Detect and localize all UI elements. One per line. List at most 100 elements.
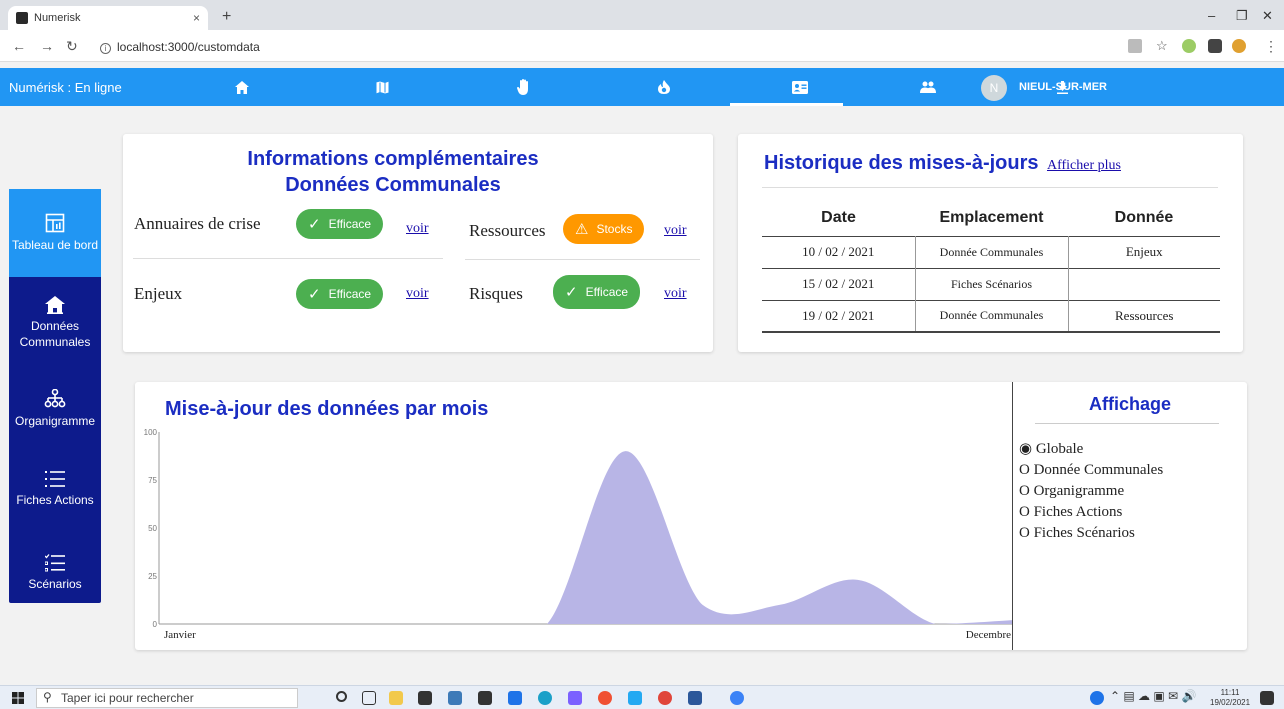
edge-icon[interactable] xyxy=(538,691,552,705)
tray-icons[interactable]: ⌃ ▤ ☁ ▣ ✉ 🔊 xyxy=(1110,689,1196,703)
checklist-icon xyxy=(45,554,65,572)
profile-icon[interactable] xyxy=(1232,39,1246,53)
status-badge: ✓ Efficace xyxy=(553,275,641,309)
y-tick-label: 50 xyxy=(148,524,157,533)
sidebar-item-scenarios[interactable]: Scénarios xyxy=(9,529,101,617)
hand-icon[interactable] xyxy=(510,74,538,100)
cell-emplacement: Fiches Scénarios xyxy=(915,267,1069,300)
app-icon[interactable] xyxy=(508,691,522,705)
git-icon[interactable] xyxy=(598,691,612,705)
url-text: localhost:3000/customdata xyxy=(117,40,260,54)
home-icon[interactable] xyxy=(228,74,256,100)
voir-link-annuaires[interactable]: voir xyxy=(406,221,429,237)
forward-icon[interactable]: → xyxy=(40,38,54,54)
star-icon[interactable]: ☆ xyxy=(1156,38,1168,54)
radio-option[interactable]: O Organigramme xyxy=(1019,481,1163,502)
translate-icon[interactable] xyxy=(1128,39,1142,53)
list-icon xyxy=(45,471,65,487)
radio-icon: O xyxy=(1019,462,1030,478)
dropbox-icon[interactable] xyxy=(478,691,492,705)
onedrive-icon[interactable] xyxy=(448,691,462,705)
store-icon[interactable] xyxy=(418,691,432,705)
row-label-risques: Risques xyxy=(469,284,523,303)
app-icon[interactable] xyxy=(568,691,582,705)
clock-time: 11:11 xyxy=(1220,688,1240,697)
new-tab-button[interactable]: + xyxy=(222,8,231,26)
taskbar-search[interactable]: ⚲ Taper ici pour rechercher xyxy=(36,688,298,708)
divider xyxy=(133,258,443,259)
contact-card-icon[interactable] xyxy=(786,74,814,100)
voir-link-risques[interactable]: voir xyxy=(664,286,687,302)
affichage-title: Affichage xyxy=(1088,394,1171,414)
extensions-puzzle-icon[interactable] xyxy=(1208,39,1222,53)
radio-label: Fiches Actions xyxy=(1033,504,1123,520)
sidebar-item-organigramme[interactable]: Organigramme xyxy=(9,365,101,453)
radio-label: Globale xyxy=(1035,441,1084,457)
radio-option[interactable]: ◉ Globale xyxy=(1019,439,1163,460)
taskbar-clock[interactable]: 11:11 19/02/2021 xyxy=(1210,688,1250,708)
tab-title: Numerisk xyxy=(34,12,81,24)
task-view-icon[interactable] xyxy=(362,691,376,705)
fire-icon[interactable] xyxy=(650,74,678,100)
sidebar-item-label: Fiches Actions xyxy=(16,493,94,507)
app-header: Numérisk : En ligne N NIEUL-SUR-MER xyxy=(0,68,1284,106)
menu-icon[interactable]: ⋮ xyxy=(1264,38,1278,55)
cell-date: 10 / 02 / 2021 xyxy=(762,235,916,268)
cell-donnee xyxy=(1068,267,1220,300)
radio-selected-icon: ◉ xyxy=(1019,441,1033,457)
window-close-icon[interactable]: ✕ xyxy=(1262,8,1273,24)
cortana-icon[interactable] xyxy=(336,691,347,702)
cell-emplacement: Donnée Communales xyxy=(915,299,1069,333)
home-icon xyxy=(45,296,65,314)
sidebar-item-donnees-communales[interactable]: Données Communales xyxy=(9,279,101,367)
browser-tab[interactable]: Numerisk × xyxy=(8,6,208,30)
row-label-ressources: Ressources xyxy=(469,221,546,240)
radio-icon: O xyxy=(1019,504,1030,520)
word-icon[interactable] xyxy=(688,691,702,705)
radio-icon: O xyxy=(1019,525,1030,541)
history-header: Historique des mises-à-jours Afficher pl… xyxy=(764,152,1121,175)
row-label-enjeux: Enjeux xyxy=(134,284,183,303)
dashboard-icon xyxy=(45,213,65,233)
radio-option[interactable]: O Fiches Actions xyxy=(1019,502,1163,523)
radio-option[interactable]: O Fiches Scénarios xyxy=(1019,523,1163,544)
cell-emplacement: Donnée Communales xyxy=(915,235,1069,268)
table-row: 15 / 02 / 2021 Fiches Scénarios xyxy=(762,267,1220,300)
favicon-icon xyxy=(16,12,28,24)
cell-donnee: Ressources xyxy=(1068,299,1220,333)
afficher-plus-link[interactable]: Afficher plus xyxy=(1047,158,1121,173)
windows-start-icon[interactable] xyxy=(12,692,24,704)
vscode-icon[interactable] xyxy=(628,691,642,705)
check-icon: ✓ xyxy=(308,216,321,233)
os-taskbar: ⚲ Taper ici pour rechercher ⌃ ▤ ☁ ▣ ✉ 🔊 … xyxy=(0,685,1284,709)
voir-link-enjeux[interactable]: voir xyxy=(406,286,429,302)
group-icon[interactable] xyxy=(914,74,942,100)
radio-label: Donnée Communales xyxy=(1033,462,1164,478)
restore-icon[interactable]: ❐ xyxy=(1236,8,1248,24)
user-name[interactable]: NIEUL-SUR-MER xyxy=(1019,81,1107,93)
help-icon[interactable] xyxy=(1090,691,1104,705)
minimize-icon[interactable]: – xyxy=(1208,8,1215,23)
status-badge: ✓ Efficace xyxy=(296,209,384,239)
y-tick-label: 100 xyxy=(144,428,158,437)
info-icon: i xyxy=(100,43,111,54)
file-explorer-icon[interactable] xyxy=(389,691,403,705)
extension-icon[interactable] xyxy=(1182,39,1196,53)
notification-icon[interactable] xyxy=(1260,691,1274,705)
back-icon[interactable]: ← xyxy=(12,38,26,54)
reload-icon[interactable]: ↻ xyxy=(66,38,78,55)
voir-link-ressources[interactable]: voir xyxy=(664,223,687,239)
sidebar-item-fiches-actions[interactable]: Fiches Actions xyxy=(9,445,101,533)
history-table: Date Emplacement Donnée 10 / 02 / 2021 D… xyxy=(762,200,1220,333)
map-icon[interactable] xyxy=(368,74,396,100)
radio-icon: O xyxy=(1019,483,1030,499)
sidebar-item-tableau-de-bord[interactable]: Tableau de bord xyxy=(9,189,101,277)
chrome-icon[interactable] xyxy=(658,691,672,705)
radio-option[interactable]: O Donnée Communales xyxy=(1019,460,1163,481)
url-field[interactable]: i localhost:3000/customdata xyxy=(100,40,260,54)
cell-donnee: Enjeux xyxy=(1068,235,1220,268)
table-header-row: Date Emplacement Donnée xyxy=(762,200,1220,236)
app-icon[interactable] xyxy=(730,691,744,705)
tab-close-icon[interactable]: × xyxy=(193,11,200,25)
avatar[interactable]: N xyxy=(981,75,1007,101)
